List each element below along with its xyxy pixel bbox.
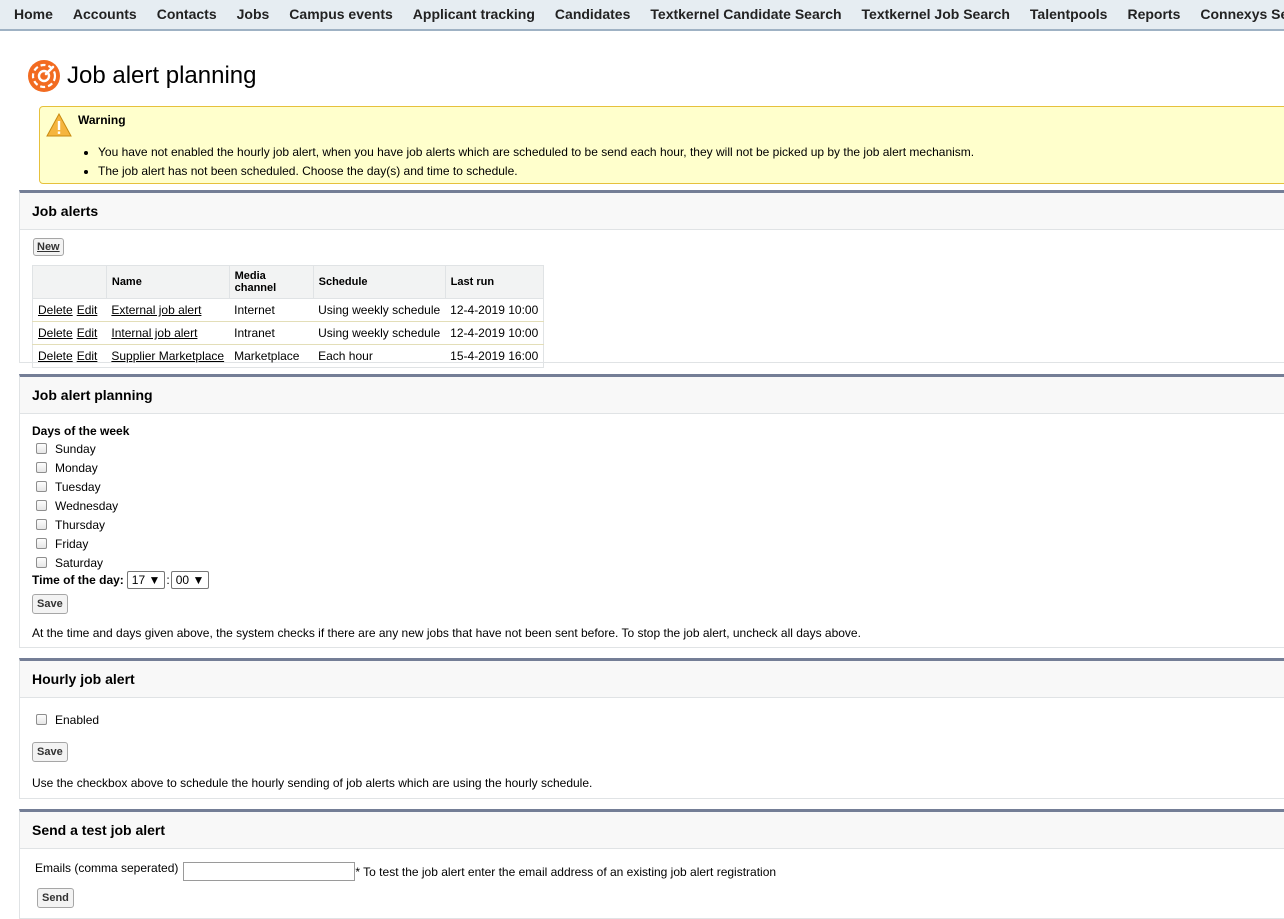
- checkbox-monday[interactable]: [36, 462, 47, 473]
- hourly-section: Hourly job alert Enabled Save Use the ch…: [19, 658, 1284, 799]
- edit-link[interactable]: Edit: [77, 303, 98, 317]
- job-alerts-title: Job alerts: [20, 193, 1284, 230]
- dropdown-arrow-icon: ▼: [148, 573, 161, 587]
- nav-accounts[interactable]: Accounts: [63, 0, 147, 29]
- nav-home[interactable]: Home: [0, 0, 63, 29]
- hour-value: 17: [131, 573, 146, 587]
- table-row: Delete Edit External job alert Internet U…: [32, 298, 544, 322]
- media-channel-cell: Marketplace: [234, 349, 300, 363]
- minute-value: 00: [175, 573, 190, 587]
- planning-help-text: At the time and days given above, the sy…: [32, 626, 861, 640]
- nav-connexys-setup[interactable]: Connexys Setup: [1190, 0, 1284, 29]
- table-row: Delete Edit Supplier Marketplace Marketpl…: [33, 345, 544, 368]
- warning-icon: [46, 112, 72, 140]
- planning-section: Job alert planning Days of the week Sund…: [19, 374, 1284, 648]
- test-alert-title: Send a test job alert: [20, 812, 1284, 849]
- col-name: Name: [105, 265, 230, 299]
- checkbox-thursday[interactable]: [36, 519, 47, 530]
- checkbox-hourly-enabled[interactable]: [36, 714, 47, 725]
- page-title: Job alert planning: [67, 62, 257, 89]
- checkbox-sunday[interactable]: [36, 443, 47, 454]
- nav-contacts[interactable]: Contacts: [147, 0, 227, 29]
- job-alert-logo-icon: [28, 60, 60, 92]
- nav-jobs[interactable]: Jobs: [227, 0, 280, 29]
- nav-candidates[interactable]: Candidates: [545, 0, 640, 29]
- days-of-week-label: Days of the week: [32, 424, 130, 438]
- media-channel-cell: Intranet: [229, 321, 314, 345]
- page-header: Job alert planning: [28, 60, 256, 92]
- col-media-channel: Media channel: [228, 265, 314, 299]
- hourly-help-text: Use the checkbox above to schedule the h…: [32, 776, 593, 790]
- dropdown-arrow-icon: ▼: [192, 573, 205, 587]
- hourly-title: Hourly job alert: [20, 661, 1284, 698]
- delete-link[interactable]: Delete: [38, 349, 73, 363]
- warning-messages: You have not enabled the hourly job aler…: [80, 146, 974, 184]
- nav-applicant-tracking[interactable]: Applicant tracking: [403, 0, 545, 29]
- nav-talentpools[interactable]: Talentpools: [1020, 0, 1118, 29]
- day-label: Thursday: [55, 517, 106, 532]
- table-row: Delete Edit Internal job alert Intranet U…: [32, 321, 544, 345]
- day-label: Sunday: [55, 441, 96, 456]
- emails-label: Emails (comma seperated): [35, 861, 179, 875]
- schedule-cell: Using weekly schedule: [313, 298, 446, 322]
- job-alert-name-link[interactable]: Supplier Marketplace: [111, 349, 224, 363]
- top-nav: Home Accounts Contacts Jobs Campus event…: [0, 0, 1284, 31]
- time-of-day-label: Time of the day:: [32, 573, 124, 587]
- save-hourly-button[interactable]: Save: [32, 742, 68, 762]
- new-job-alert-button[interactable]: New: [33, 238, 64, 256]
- day-label: Monday: [55, 460, 98, 475]
- nav-reports[interactable]: Reports: [1117, 0, 1190, 29]
- send-test-button[interactable]: Send: [37, 888, 74, 908]
- media-channel-cell: Internet: [229, 298, 314, 322]
- warning-message: You have not enabled the hourly job aler…: [98, 146, 974, 158]
- minute-select[interactable]: 00 ▼: [170, 571, 210, 589]
- emails-hint: * To test the job alert enter the email …: [355, 865, 777, 879]
- job-alert-name-link[interactable]: Internal job alert: [111, 326, 197, 340]
- job-alerts-table: Name Media channel Schedule Last run Del…: [32, 265, 545, 368]
- col-last-run: Last run: [444, 265, 545, 299]
- last-run-cell: 12-4-2019 10:00: [445, 321, 544, 345]
- day-label: Wednesday: [55, 498, 119, 513]
- save-planning-button[interactable]: Save: [32, 594, 68, 614]
- enabled-label: Enabled: [55, 712, 100, 727]
- edit-link[interactable]: Edit: [77, 326, 98, 340]
- warning-message: The job alert has not been scheduled. Ch…: [98, 165, 974, 177]
- planning-title: Job alert planning: [20, 377, 1284, 414]
- col-schedule: Schedule: [312, 265, 446, 299]
- emails-input[interactable]: [183, 862, 356, 881]
- schedule-cell: Using weekly schedule: [313, 321, 446, 345]
- checkbox-friday[interactable]: [36, 538, 47, 549]
- last-run-cell: 12-4-2019 10:00: [445, 298, 544, 322]
- test-alert-section: Send a test job alert Emails (comma sepe…: [19, 809, 1284, 919]
- job-alerts-section: Job alerts New Name Media channel Schedu…: [19, 190, 1284, 368]
- checkbox-wednesday[interactable]: [36, 500, 47, 511]
- day-label: Saturday: [55, 555, 104, 570]
- day-label: Friday: [55, 536, 89, 551]
- edit-link[interactable]: Edit: [77, 349, 98, 363]
- warning-title: Warning: [78, 113, 126, 127]
- warning-box: Warning You have not enabled the hourly …: [39, 106, 1284, 184]
- schedule-cell: Each hour: [318, 349, 373, 363]
- hour-select[interactable]: 17 ▼: [126, 571, 166, 589]
- day-label: Tuesday: [55, 479, 101, 494]
- job-alert-name-link[interactable]: External job alert: [111, 303, 201, 317]
- checkbox-tuesday[interactable]: [36, 481, 47, 492]
- checkbox-saturday[interactable]: [36, 557, 47, 568]
- time-separator: :: [166, 573, 170, 587]
- nav-textkernel-candidate-search[interactable]: Textkernel Candidate Search: [640, 0, 851, 29]
- nav-campus-events[interactable]: Campus events: [279, 0, 402, 29]
- nav-textkernel-job-search[interactable]: Textkernel Job Search: [852, 0, 1020, 29]
- delete-link[interactable]: Delete: [38, 326, 73, 340]
- col-actions: [32, 265, 107, 299]
- delete-link[interactable]: Delete: [38, 303, 73, 317]
- last-run-cell: 15-4-2019 16:00: [450, 349, 539, 363]
